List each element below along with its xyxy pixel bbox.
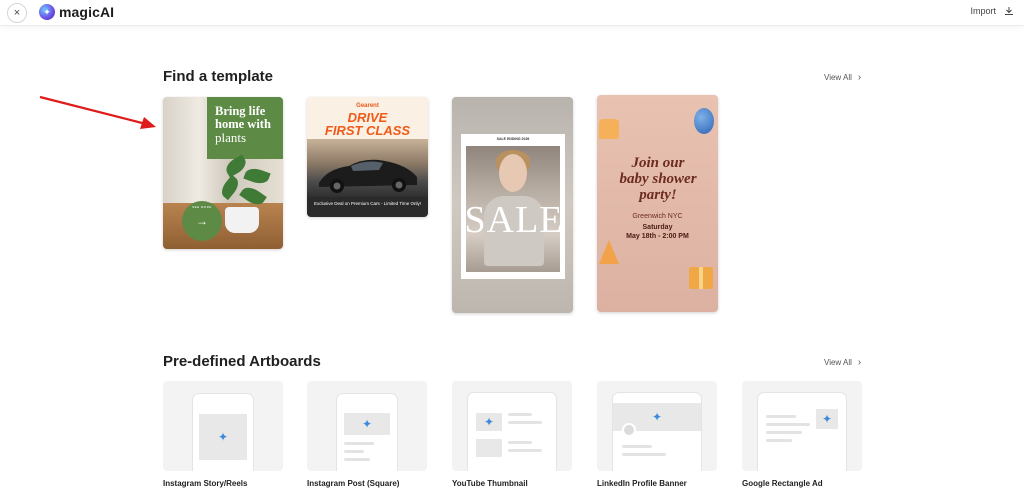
text-placeholder xyxy=(508,421,542,424)
image-placeholder: ✦ xyxy=(344,413,390,435)
artboards-view-all-link[interactable]: View All › xyxy=(824,357,861,368)
baby-shower-headline: Join our baby shower party! xyxy=(605,155,711,203)
template-card-plants[interactable]: Bring life home with plants SEE MORE → xyxy=(163,97,283,249)
text-placeholder xyxy=(508,413,532,416)
model-face xyxy=(499,154,527,192)
party-hat-icon xyxy=(599,240,619,264)
plant-cta-caption: SEE MORE xyxy=(192,205,212,209)
browser-frame: ✦ xyxy=(468,393,556,471)
annotation-arrow xyxy=(39,95,156,129)
text-placeholder xyxy=(766,439,792,442)
plant-pot xyxy=(225,207,259,233)
avatar-placeholder xyxy=(622,423,636,437)
browser-frame: ✦ xyxy=(613,393,701,471)
sparkle-icon: ✦ xyxy=(821,412,833,426)
car-footer: Exclusive Deal on Premium Cars - Limited… xyxy=(307,197,428,217)
gift-icon xyxy=(689,267,713,289)
text-placeholder xyxy=(344,442,374,445)
top-bar: × ✦ magicAI Import xyxy=(0,0,1024,26)
artboard-label: Google Rectangle Ad xyxy=(742,479,823,488)
baby-headline-line3: party! xyxy=(639,187,677,203)
app-name: magicAI xyxy=(59,4,115,20)
template-card-sale[interactable]: SALE ENDING 2026 SALE xyxy=(452,97,573,313)
sale-word: SALE xyxy=(464,199,564,241)
close-button[interactable]: × xyxy=(7,3,27,23)
artboard-instagram-post[interactable]: ✦ xyxy=(307,381,427,471)
plant-headline: Bring life home with plants xyxy=(215,105,281,145)
artboard-instagram-story[interactable]: ✦ xyxy=(163,381,283,471)
car-headline: DRIVE FIRST CLASS xyxy=(307,111,428,138)
sale-top-text: SALE ENDING 2026 xyxy=(496,137,530,141)
text-placeholder xyxy=(508,449,542,452)
car-headline-line2: FIRST CLASS xyxy=(324,122,411,138)
artboard-label: Instagram Story/Reels xyxy=(163,479,248,488)
text-placeholder xyxy=(344,458,370,461)
cake-icon xyxy=(599,119,619,139)
chevron-right-icon: › xyxy=(857,72,862,83)
arrow-right-icon: → xyxy=(196,214,208,228)
artboards-title: Pre-defined Artboards xyxy=(163,353,321,370)
balloon-icon xyxy=(694,108,714,134)
find-template-title: Find a template xyxy=(163,68,274,85)
template-card-car[interactable]: Gearent DRIVE FIRST CLASS Exclusive Deal… xyxy=(307,97,428,217)
view-all-label: View All xyxy=(824,73,852,82)
text-placeholder xyxy=(344,450,364,453)
text-placeholder xyxy=(508,441,532,444)
leaf-shape xyxy=(217,174,243,201)
browser-frame: ✦ xyxy=(758,393,846,471)
artboard-label: YouTube Thumbnail xyxy=(452,479,528,488)
artboard-youtube-thumbnail[interactable]: ✦ xyxy=(452,381,572,471)
download-icon xyxy=(1005,7,1013,15)
text-placeholder xyxy=(766,423,810,426)
artboard-label: LinkedIn Profile Banner xyxy=(597,479,687,488)
sparkle-icon: ✦ xyxy=(361,417,373,431)
baby-date: May 18th - 2:00 PM xyxy=(626,233,689,240)
image-placeholder: ✦ xyxy=(816,409,838,429)
text-placeholder xyxy=(622,445,652,448)
artboard-linkedin-banner[interactable]: ✦ xyxy=(597,381,717,471)
text-placeholder xyxy=(766,415,796,418)
plant-cta-circle: SEE MORE → xyxy=(182,201,222,241)
text-placeholder xyxy=(766,431,802,434)
car-photo xyxy=(307,139,428,199)
image-placeholder: ✦ xyxy=(476,413,502,431)
import-button[interactable]: Import xyxy=(970,6,1014,16)
plant-headline-bold: Bring life home with xyxy=(215,104,271,131)
image-placeholder: ✦ xyxy=(199,414,247,460)
chevron-right-icon: › xyxy=(857,357,862,368)
template-card-baby-shower[interactable]: Join our baby shower party! Greenwich NY… xyxy=(597,95,718,312)
text-placeholder xyxy=(622,453,666,456)
close-icon: × xyxy=(13,7,21,19)
view-all-label: View All xyxy=(824,358,852,367)
plant-floor xyxy=(163,203,283,249)
artboard-google-rectangle-ad[interactable]: ✦ xyxy=(742,381,862,471)
plant-headline-light: plants xyxy=(215,130,247,145)
car-brand: Gearent xyxy=(356,103,379,109)
image-placeholder xyxy=(476,439,502,457)
sparkle-icon: ✦ xyxy=(483,415,495,429)
baby-headline-line1: Join our xyxy=(631,155,685,171)
phone-frame: ✦ xyxy=(193,394,253,471)
sparkle-icon: ✦ xyxy=(217,430,229,444)
phone-frame: ✦ xyxy=(337,394,397,471)
baby-headline-line2: baby shower xyxy=(619,171,697,187)
artboard-label: Instagram Post (Square) xyxy=(307,479,400,488)
sparkle-icon: ✦ xyxy=(651,410,663,424)
baby-day: Saturday xyxy=(642,224,673,231)
import-label: Import xyxy=(970,6,996,16)
leaf-shape xyxy=(243,165,271,187)
car-icon xyxy=(319,159,417,193)
baby-location: Greenwich NYC xyxy=(632,213,683,220)
magicai-logo-icon: ✦ xyxy=(39,4,55,20)
templates-view-all-link[interactable]: View All › xyxy=(824,72,861,83)
